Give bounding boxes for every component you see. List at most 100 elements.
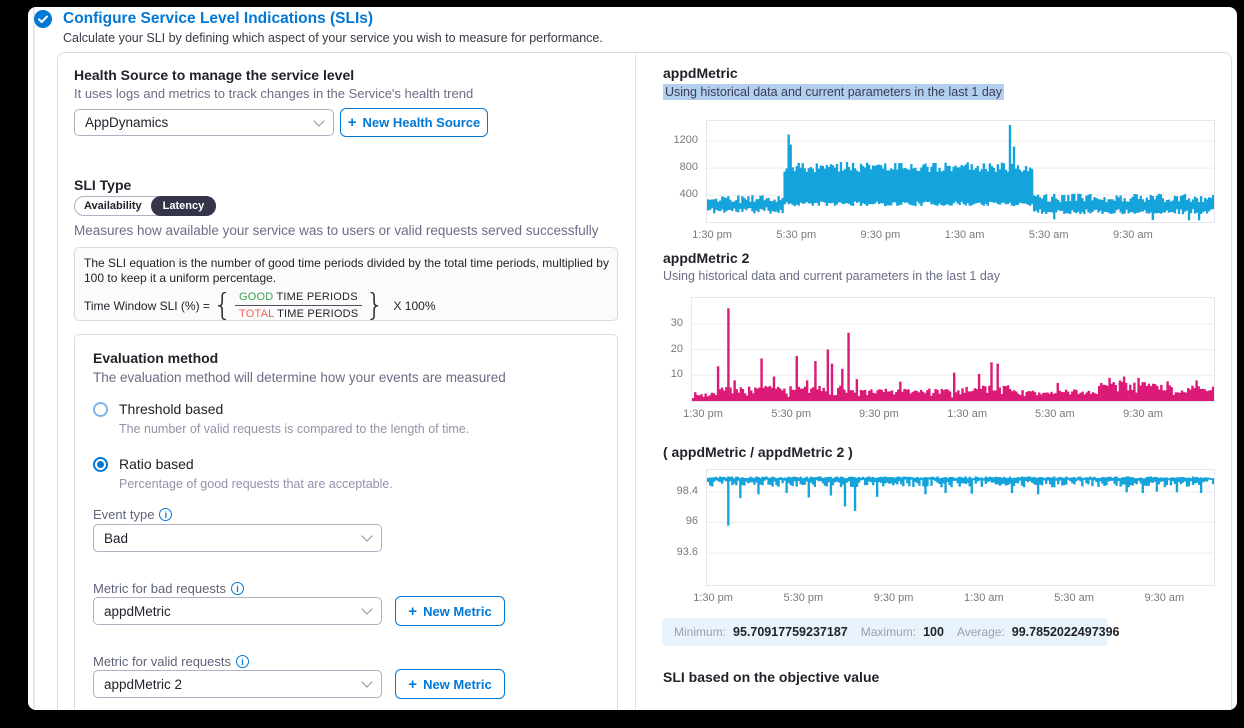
ratio-based-description: Percentage of good requests that are acc… xyxy=(119,477,393,491)
numerator-rest: TIME PERIODS xyxy=(273,291,357,303)
x-axis-tick-label: 5:30 pm xyxy=(776,229,816,241)
open-brace: { xyxy=(210,291,235,321)
chart2-y-axis: 102030 xyxy=(647,297,683,400)
average-label: Average: xyxy=(957,625,1005,639)
threshold-based-radio[interactable] xyxy=(93,402,108,417)
chart3-y-axis: 93.6 96 98.4 xyxy=(654,469,698,584)
x-axis-tick-label: 1:30 pm xyxy=(692,229,732,241)
denominator-rest: TIME PERIODS xyxy=(274,308,358,320)
y-axis-tick-label: 93.6 xyxy=(677,546,698,558)
y-axis-tick-label: 800 xyxy=(680,161,698,173)
x-axis-tick-label: 9:30 pm xyxy=(861,229,901,241)
new-metric-label: New Metric xyxy=(423,604,492,619)
metric-bad-label-row: Metric for bad requests i xyxy=(93,581,244,596)
appdmetric-chart-plot xyxy=(706,120,1215,223)
x-axis-tick-label: 9:30 am xyxy=(1113,229,1153,241)
metric-bad-label: Metric for bad requests xyxy=(93,581,226,596)
new-health-source-button[interactable]: + New Health Source xyxy=(340,108,488,137)
y-axis-tick-label: 1200 xyxy=(674,134,698,146)
metric-bad-value: appdMetric xyxy=(104,604,171,619)
panel-divider xyxy=(635,53,636,710)
y-axis-tick-label: 10 xyxy=(671,368,683,380)
ratio-based-radio[interactable] xyxy=(93,457,108,472)
event-type-value: Bad xyxy=(104,531,128,546)
metric-valid-label-row: Metric for valid requests i xyxy=(93,654,249,669)
y-axis-tick-label: 96 xyxy=(686,515,698,527)
threshold-based-label[interactable]: Threshold based xyxy=(119,401,223,417)
chart1-x-axis: 1:30 pm5:30 pm9:30 pm1:30 am5:30 am9:30 … xyxy=(706,225,1213,239)
chart1-title: appdMetric xyxy=(663,65,738,81)
x-axis-tick-label: 9:30 pm xyxy=(859,408,899,420)
x-axis-tick-label: 1:30 pm xyxy=(683,408,723,420)
metric-valid-select[interactable]: appdMetric 2 xyxy=(93,670,382,698)
x-axis-tick-label: 5:30 am xyxy=(1029,229,1069,241)
good-term: GOOD xyxy=(239,291,273,303)
chart3-title: ( appdMetric / appdMetric 2 ) xyxy=(663,444,853,460)
sli-type-option-latency[interactable]: Latency xyxy=(151,196,217,216)
metric-bad-select[interactable]: appdMetric xyxy=(93,597,382,625)
event-type-label-row: Event type i xyxy=(93,507,172,522)
equation-lhs: Time Window SLI (%) = xyxy=(84,299,210,313)
y-axis-tick-label: 98.4 xyxy=(677,485,698,497)
health-source-label: Health Source to manage the service leve… xyxy=(74,67,354,83)
info-icon[interactable]: i xyxy=(231,582,244,595)
event-type-label: Event type xyxy=(93,507,154,522)
x-axis-tick-label: 5:30 am xyxy=(1054,592,1094,604)
sli-type-description: Measures how available your service was … xyxy=(74,223,598,238)
new-health-source-label: New Health Source xyxy=(363,115,481,130)
x-axis-tick-label: 5:30 pm xyxy=(783,592,823,604)
chart2-x-axis: 1:30 pm5:30 pm9:30 pm1:30 am5:30 am9:30 … xyxy=(691,404,1213,418)
x-axis-tick-label: 1:30 pm xyxy=(693,592,733,604)
chart1-y-axis: 400 800 1200 xyxy=(654,120,698,221)
x-axis-tick-label: 1:30 am xyxy=(947,408,987,420)
slo-config-page: Configure Service Level Indications (SLI… xyxy=(28,7,1237,710)
chevron-down-icon xyxy=(313,115,324,126)
event-type-select[interactable]: Bad xyxy=(93,524,382,552)
plus-icon: + xyxy=(408,676,417,693)
screenshot-root: { "header": { "title": "Configure Servic… xyxy=(0,0,1244,728)
maximum-label: Maximum: xyxy=(861,625,916,639)
wizard-step-connector xyxy=(33,7,35,710)
sli-type-toggle: Availability Latency xyxy=(74,196,216,216)
total-term: TOTAL xyxy=(239,308,274,320)
threshold-based-description: The number of valid requests is compared… xyxy=(119,422,469,436)
x-axis-tick-label: 9:30 pm xyxy=(874,592,914,604)
x-axis-tick-label: 5:30 pm xyxy=(771,408,811,420)
chart3-x-axis: 1:30 pm5:30 pm9:30 pm1:30 am5:30 am9:30 … xyxy=(706,588,1213,602)
step-complete-check-icon xyxy=(34,10,52,28)
sli-equation-box: The SLI equation is the number of good t… xyxy=(74,247,618,321)
maximum-value: 100 xyxy=(923,625,944,639)
x-axis-tick-label: 9:30 am xyxy=(1144,592,1184,604)
appdmetric2-chart-plot xyxy=(691,297,1215,402)
equation-fraction: GOOD TIME PERIODS TOTAL TIME PERIODS xyxy=(235,290,362,321)
health-source-select[interactable]: AppDynamics xyxy=(74,109,334,136)
evaluation-method-subtitle: The evaluation method will determine how… xyxy=(93,370,506,385)
ratio-based-label[interactable]: Ratio based xyxy=(119,456,194,472)
ratio-chart-plot xyxy=(706,469,1215,586)
metric-valid-value: appdMetric 2 xyxy=(104,677,182,692)
sli-type-label: SLI Type xyxy=(74,177,131,193)
new-metric-button-bad[interactable]: + New Metric xyxy=(395,596,505,626)
evaluation-method-title: Evaluation method xyxy=(93,350,218,366)
sli-configuration-panel: Health Source to manage the service leve… xyxy=(57,52,1232,710)
info-icon[interactable]: i xyxy=(159,508,172,521)
sli-type-option-availability[interactable]: Availability xyxy=(75,200,151,212)
sli-equation-formula: Time Window SLI (%) = { GOOD TIME PERIOD… xyxy=(84,290,435,321)
plus-icon: + xyxy=(348,114,357,131)
equation-rhs: X 100% xyxy=(393,299,435,313)
y-axis-tick-label: 400 xyxy=(680,188,698,200)
minimum-label: Minimum: xyxy=(674,625,726,639)
new-metric-label: New Metric xyxy=(423,677,492,692)
x-axis-tick-label: 1:30 am xyxy=(945,229,985,241)
sli-equation-description: The SLI equation is the number of good t… xyxy=(84,256,611,286)
page-title: Configure Service Level Indications (SLI… xyxy=(63,10,373,28)
info-icon[interactable]: i xyxy=(236,655,249,668)
health-source-value: AppDynamics xyxy=(85,115,168,130)
chevron-down-icon xyxy=(361,603,372,614)
health-source-help: It uses logs and metrics to track change… xyxy=(74,86,473,101)
sli-objective-heading: SLI based on the objective value xyxy=(663,669,879,685)
new-metric-button-valid[interactable]: + New Metric xyxy=(395,669,505,699)
plus-icon: + xyxy=(408,603,417,620)
y-axis-tick-label: 30 xyxy=(671,317,683,329)
page-subtitle: Calculate your SLI by defining which asp… xyxy=(63,31,603,45)
